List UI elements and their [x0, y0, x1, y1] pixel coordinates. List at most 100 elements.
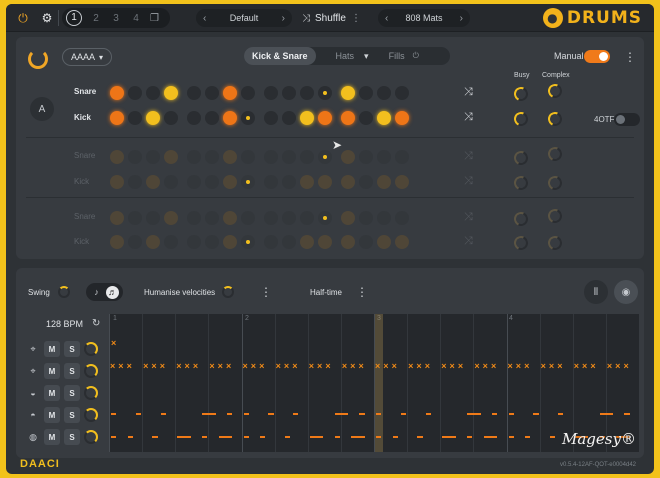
halftime-more-icon[interactable]: ⋮ [356, 286, 368, 298]
solo-button[interactable]: S [64, 341, 80, 357]
step-button[interactable] [377, 211, 391, 225]
note-hit[interactable]: × [615, 362, 620, 371]
note-dash[interactable] [202, 436, 208, 438]
track-volume-knob[interactable] [84, 430, 98, 444]
complex-knob-ghost[interactable] [546, 145, 564, 163]
note-hit[interactable]: × [541, 362, 546, 371]
step-button[interactable] [395, 150, 409, 164]
sixteenth-note-icon[interactable]: ♬ [106, 285, 119, 299]
step-button[interactable] [300, 235, 314, 249]
step-button[interactable] [282, 235, 296, 249]
step-button[interactable] [223, 86, 237, 100]
step-button[interactable] [300, 150, 314, 164]
note-dash[interactable] [127, 436, 133, 438]
note-hit[interactable]: × [508, 362, 513, 371]
shuffle-snare-icon[interactable]: ⤨ [464, 86, 473, 99]
note-hit[interactable]: × [151, 362, 156, 371]
note-dash[interactable] [467, 436, 473, 438]
step-button[interactable] [110, 150, 124, 164]
more-options-icon[interactable]: ⋮ [624, 51, 636, 63]
page-3-button[interactable]: 3 [106, 13, 126, 24]
complex-knob-ghost[interactable] [546, 207, 564, 225]
step-button[interactable] [205, 150, 219, 164]
note-dash[interactable] [152, 436, 158, 438]
note-dash[interactable] [111, 413, 117, 415]
note-dash[interactable] [260, 436, 266, 438]
step-button[interactable] [187, 211, 201, 225]
complex-knob-ghost[interactable] [546, 174, 564, 192]
step-button[interactable] [110, 111, 124, 125]
tab-kick-snare[interactable]: Kick & Snare [244, 47, 316, 65]
step-button[interactable] [164, 175, 178, 189]
note-dash[interactable] [351, 436, 365, 438]
solo-button[interactable]: S [64, 385, 80, 401]
note-hit[interactable]: × [127, 362, 132, 371]
manual-toggle[interactable] [584, 50, 610, 63]
note-dash[interactable] [376, 436, 382, 438]
note-dash[interactable] [268, 413, 274, 415]
mute-button[interactable]: M [44, 429, 60, 445]
note-dash[interactable] [309, 436, 324, 438]
note-hit[interactable]: × [607, 362, 612, 371]
note-dash[interactable] [376, 413, 382, 415]
note-dash[interactable] [243, 436, 249, 438]
note-hit[interactable]: × [209, 362, 214, 371]
step-button[interactable] [377, 111, 391, 125]
step-button[interactable] [395, 86, 409, 100]
tab-fills[interactable]: Fills [381, 47, 413, 65]
chevron-right-icon[interactable]: › [282, 13, 285, 24]
note-hit[interactable]: × [516, 362, 521, 371]
step-button[interactable] [146, 86, 160, 100]
mute-button[interactable]: M [44, 407, 60, 423]
step-button[interactable] [223, 211, 237, 225]
page-1-button[interactable]: 1 [66, 10, 82, 26]
note-dash[interactable] [334, 413, 349, 415]
step-button[interactable] [341, 235, 355, 249]
regenerate-ring-icon[interactable] [28, 49, 48, 69]
complex-knob-kick[interactable] [546, 110, 564, 128]
step-button[interactable] [359, 111, 373, 125]
step-button[interactable] [205, 211, 219, 225]
step-button[interactable] [341, 150, 355, 164]
step-button[interactable] [205, 111, 219, 125]
step-button[interactable] [128, 111, 142, 125]
note-hit[interactable]: × [193, 362, 198, 371]
note-dash[interactable] [284, 436, 291, 438]
chevron-left-icon[interactable]: ‹ [203, 13, 206, 24]
note-hit[interactable]: × [317, 362, 322, 371]
step-button[interactable] [110, 175, 124, 189]
step-button[interactable] [187, 150, 201, 164]
step-button[interactable] [223, 175, 237, 189]
solo-button[interactable]: S [64, 407, 80, 423]
step-button[interactable] [128, 211, 142, 225]
humanise-knob[interactable] [222, 286, 234, 298]
note-hit[interactable]: × [408, 362, 413, 371]
note-hit[interactable]: × [226, 362, 231, 371]
note-hit[interactable]: × [458, 362, 463, 371]
note-hit[interactable]: × [582, 362, 587, 371]
busy-knob-ghost[interactable] [512, 149, 530, 167]
busy-knob-ghost[interactable] [512, 210, 530, 228]
note-hit[interactable]: × [549, 362, 554, 371]
step-button[interactable] [282, 175, 296, 189]
fills-power-icon[interactable]: ⏻ [413, 47, 419, 65]
step-button[interactable] [300, 86, 314, 100]
step-button[interactable] [128, 150, 142, 164]
note-dash[interactable] [202, 413, 216, 415]
step-button[interactable] [110, 235, 124, 249]
note-hit[interactable]: × [243, 362, 248, 371]
mute-button[interactable]: M [44, 385, 60, 401]
note-hit[interactable]: × [292, 362, 297, 371]
note-dash[interactable] [508, 436, 514, 438]
step-button[interactable] [377, 150, 391, 164]
note-dash[interactable] [508, 413, 514, 415]
chevron-right-icon[interactable]: › [460, 13, 463, 24]
chevron-left-icon[interactable]: ‹ [385, 13, 388, 24]
note-dash[interactable] [177, 436, 191, 438]
step-button[interactable] [359, 175, 373, 189]
step-button[interactable] [341, 211, 355, 225]
section-a-button[interactable]: A [30, 97, 54, 121]
note-dash[interactable] [599, 413, 614, 415]
note-dash[interactable] [392, 436, 398, 438]
step-button[interactable] [187, 175, 201, 189]
